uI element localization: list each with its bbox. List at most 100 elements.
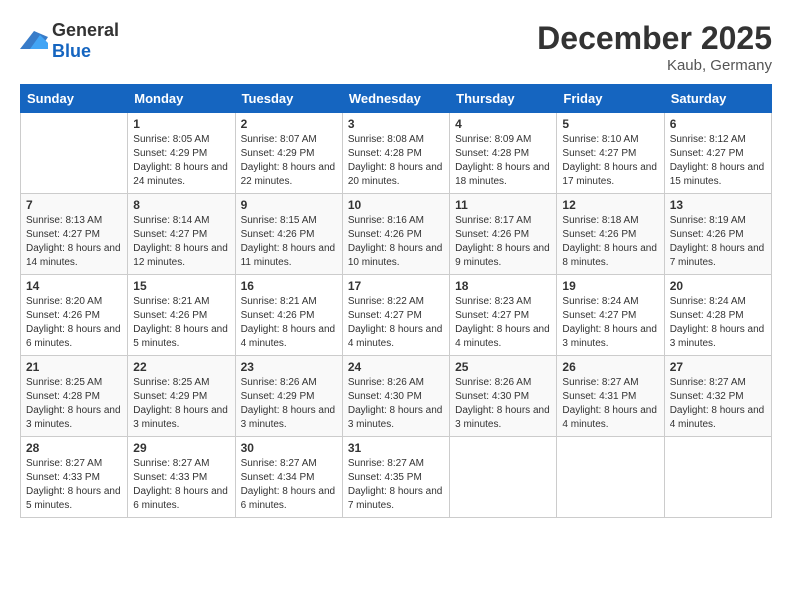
day-number: 9	[241, 198, 337, 212]
logo-general: General	[52, 20, 119, 40]
calendar-cell: 31 Sunrise: 8:27 AMSunset: 4:35 PMDayligh…	[342, 437, 449, 518]
cell-details: Sunrise: 8:20 AMSunset: 4:26 PMDaylight:…	[26, 295, 122, 351]
cell-details: Sunrise: 8:21 AMSunset: 4:26 PMDaylight:…	[133, 295, 229, 351]
logo-blue: Blue	[52, 41, 91, 61]
calendar-cell: 28 Sunrise: 8:27 AMSunset: 4:33 PMDayligh…	[21, 437, 128, 518]
cell-details: Sunrise: 8:22 AMSunset: 4:27 PMDaylight:…	[348, 295, 444, 351]
cell-details: Sunrise: 8:10 AMSunset: 4:27 PMDaylight:…	[562, 133, 658, 189]
calendar-cell: 30 Sunrise: 8:27 AMSunset: 4:34 PMDayligh…	[235, 437, 342, 518]
cell-details: Sunrise: 8:25 AMSunset: 4:29 PMDaylight:…	[133, 376, 229, 432]
day-number: 7	[26, 198, 122, 212]
cell-details: Sunrise: 8:27 AMSunset: 4:33 PMDaylight:…	[133, 457, 229, 513]
cell-details: Sunrise: 8:26 AMSunset: 4:30 PMDaylight:…	[348, 376, 444, 432]
day-number: 2	[241, 117, 337, 131]
day-number: 11	[455, 198, 551, 212]
calendar-week-0: 1Sunrise: 8:05 AMSunset: 4:29 PMDaylight…	[21, 113, 772, 194]
header-saturday: Saturday	[664, 85, 771, 113]
day-number: 12	[562, 198, 658, 212]
calendar-cell: 9 Sunrise: 8:15 AMSunset: 4:26 PMDaylight…	[235, 194, 342, 275]
cell-details: Sunrise: 8:12 AMSunset: 4:27 PMDaylight:…	[670, 133, 766, 189]
day-number: 18	[455, 279, 551, 293]
day-number: 29	[133, 441, 229, 455]
calendar-cell	[21, 113, 128, 194]
header-thursday: Thursday	[450, 85, 557, 113]
calendar-cell: 15Sunrise: 8:21 AMSunset: 4:26 PMDayligh…	[128, 275, 235, 356]
location-title: Kaub, Germany	[537, 57, 772, 74]
cell-details: Sunrise: 8:26 AMSunset: 4:30 PMDaylight:…	[455, 376, 551, 432]
cell-details: Sunrise: 8:13 AMSunset: 4:27 PMDaylight:…	[26, 214, 122, 270]
calendar-cell: 16Sunrise: 8:21 AMSunset: 4:26 PMDayligh…	[235, 275, 342, 356]
cell-details: Sunrise: 8:25 AMSunset: 4:28 PMDaylight:…	[26, 376, 122, 432]
cell-details: Sunrise: 8:08 AMSunset: 4:28 PMDaylight:…	[348, 133, 444, 189]
calendar-cell: 14 Sunrise: 8:20 AMSunset: 4:26 PMDayligh…	[21, 275, 128, 356]
day-number: 6	[670, 117, 766, 131]
cell-details: Sunrise: 8:23 AMSunset: 4:27 PMDaylight:…	[455, 295, 551, 351]
calendar-week-3: 21 Sunrise: 8:25 AMSunset: 4:28 PMDayligh…	[21, 356, 772, 437]
day-number: 31	[348, 441, 444, 455]
calendar-header-row: SundayMondayTuesdayWednesdayThursdayFrid…	[21, 85, 772, 113]
calendar-cell: 1Sunrise: 8:05 AMSunset: 4:29 PMDaylight…	[128, 113, 235, 194]
calendar-cell: 6 Sunrise: 8:12 AMSunset: 4:27 PMDaylight…	[664, 113, 771, 194]
day-number: 17	[348, 279, 444, 293]
day-number: 5	[562, 117, 658, 131]
cell-details: Sunrise: 8:16 AMSunset: 4:26 PMDaylight:…	[348, 214, 444, 270]
calendar-cell: 29 Sunrise: 8:27 AMSunset: 4:33 PMDayligh…	[128, 437, 235, 518]
day-number: 30	[241, 441, 337, 455]
day-number: 3	[348, 117, 444, 131]
day-number: 14	[26, 279, 122, 293]
calendar-cell: 25Sunrise: 8:26 AMSunset: 4:30 PMDayligh…	[450, 356, 557, 437]
day-number: 4	[455, 117, 551, 131]
calendar-table: SundayMondayTuesdayWednesdayThursdayFrid…	[20, 84, 772, 518]
day-number: 8	[133, 198, 229, 212]
calendar-cell	[664, 437, 771, 518]
cell-details: Sunrise: 8:26 AMSunset: 4:29 PMDaylight:…	[241, 376, 337, 432]
logo-icon	[20, 29, 48, 53]
cell-details: Sunrise: 8:21 AMSunset: 4:26 PMDaylight:…	[241, 295, 337, 351]
day-number: 13	[670, 198, 766, 212]
calendar-cell: 7 Sunrise: 8:13 AMSunset: 4:27 PMDaylight…	[21, 194, 128, 275]
calendar-cell: 11 Sunrise: 8:17 AMSunset: 4:26 PMDayligh…	[450, 194, 557, 275]
cell-details: Sunrise: 8:27 AMSunset: 4:31 PMDaylight:…	[562, 376, 658, 432]
cell-details: Sunrise: 8:14 AMSunset: 4:27 PMDaylight:…	[133, 214, 229, 270]
title-block: December 2025 Kaub, Germany	[537, 20, 772, 74]
day-number: 10	[348, 198, 444, 212]
cell-details: Sunrise: 8:15 AMSunset: 4:26 PMDaylight:…	[241, 214, 337, 270]
logo: General Blue	[20, 20, 119, 62]
cell-details: Sunrise: 8:18 AMSunset: 4:26 PMDaylight:…	[562, 214, 658, 270]
cell-details: Sunrise: 8:27 AMSunset: 4:33 PMDaylight:…	[26, 457, 122, 513]
calendar-cell: 4Sunrise: 8:09 AMSunset: 4:28 PMDaylight…	[450, 113, 557, 194]
cell-details: Sunrise: 8:17 AMSunset: 4:26 PMDaylight:…	[455, 214, 551, 270]
day-number: 24	[348, 360, 444, 374]
cell-details: Sunrise: 8:27 AMSunset: 4:32 PMDaylight:…	[670, 376, 766, 432]
calendar-cell: 3 Sunrise: 8:08 AMSunset: 4:28 PMDaylight…	[342, 113, 449, 194]
header-monday: Monday	[128, 85, 235, 113]
calendar-cell: 23 Sunrise: 8:26 AMSunset: 4:29 PMDayligh…	[235, 356, 342, 437]
cell-details: Sunrise: 8:19 AMSunset: 4:26 PMDaylight:…	[670, 214, 766, 270]
calendar-cell: 5 Sunrise: 8:10 AMSunset: 4:27 PMDaylight…	[557, 113, 664, 194]
calendar-cell: 12 Sunrise: 8:18 AMSunset: 4:26 PMDayligh…	[557, 194, 664, 275]
calendar-cell: 24 Sunrise: 8:26 AMSunset: 4:30 PMDayligh…	[342, 356, 449, 437]
calendar-cell	[557, 437, 664, 518]
cell-details: Sunrise: 8:24 AMSunset: 4:27 PMDaylight:…	[562, 295, 658, 351]
cell-details: Sunrise: 8:27 AMSunset: 4:35 PMDaylight:…	[348, 457, 444, 513]
header-sunday: Sunday	[21, 85, 128, 113]
month-title: December 2025	[537, 20, 772, 57]
day-number: 23	[241, 360, 337, 374]
header-wednesday: Wednesday	[342, 85, 449, 113]
day-number: 26	[562, 360, 658, 374]
calendar-cell: 22Sunrise: 8:25 AMSunset: 4:29 PMDayligh…	[128, 356, 235, 437]
calendar-cell	[450, 437, 557, 518]
calendar-week-2: 14 Sunrise: 8:20 AMSunset: 4:26 PMDayligh…	[21, 275, 772, 356]
header-friday: Friday	[557, 85, 664, 113]
day-number: 21	[26, 360, 122, 374]
calendar-cell: 19 Sunrise: 8:24 AMSunset: 4:27 PMDayligh…	[557, 275, 664, 356]
header-tuesday: Tuesday	[235, 85, 342, 113]
calendar-cell: 26 Sunrise: 8:27 AMSunset: 4:31 PMDayligh…	[557, 356, 664, 437]
calendar-cell: 10 Sunrise: 8:16 AMSunset: 4:26 PMDayligh…	[342, 194, 449, 275]
day-number: 28	[26, 441, 122, 455]
calendar-cell: 17 Sunrise: 8:22 AMSunset: 4:27 PMDayligh…	[342, 275, 449, 356]
calendar-cell: 20Sunrise: 8:24 AMSunset: 4:28 PMDayligh…	[664, 275, 771, 356]
cell-details: Sunrise: 8:27 AMSunset: 4:34 PMDaylight:…	[241, 457, 337, 513]
day-number: 20	[670, 279, 766, 293]
day-number: 19	[562, 279, 658, 293]
